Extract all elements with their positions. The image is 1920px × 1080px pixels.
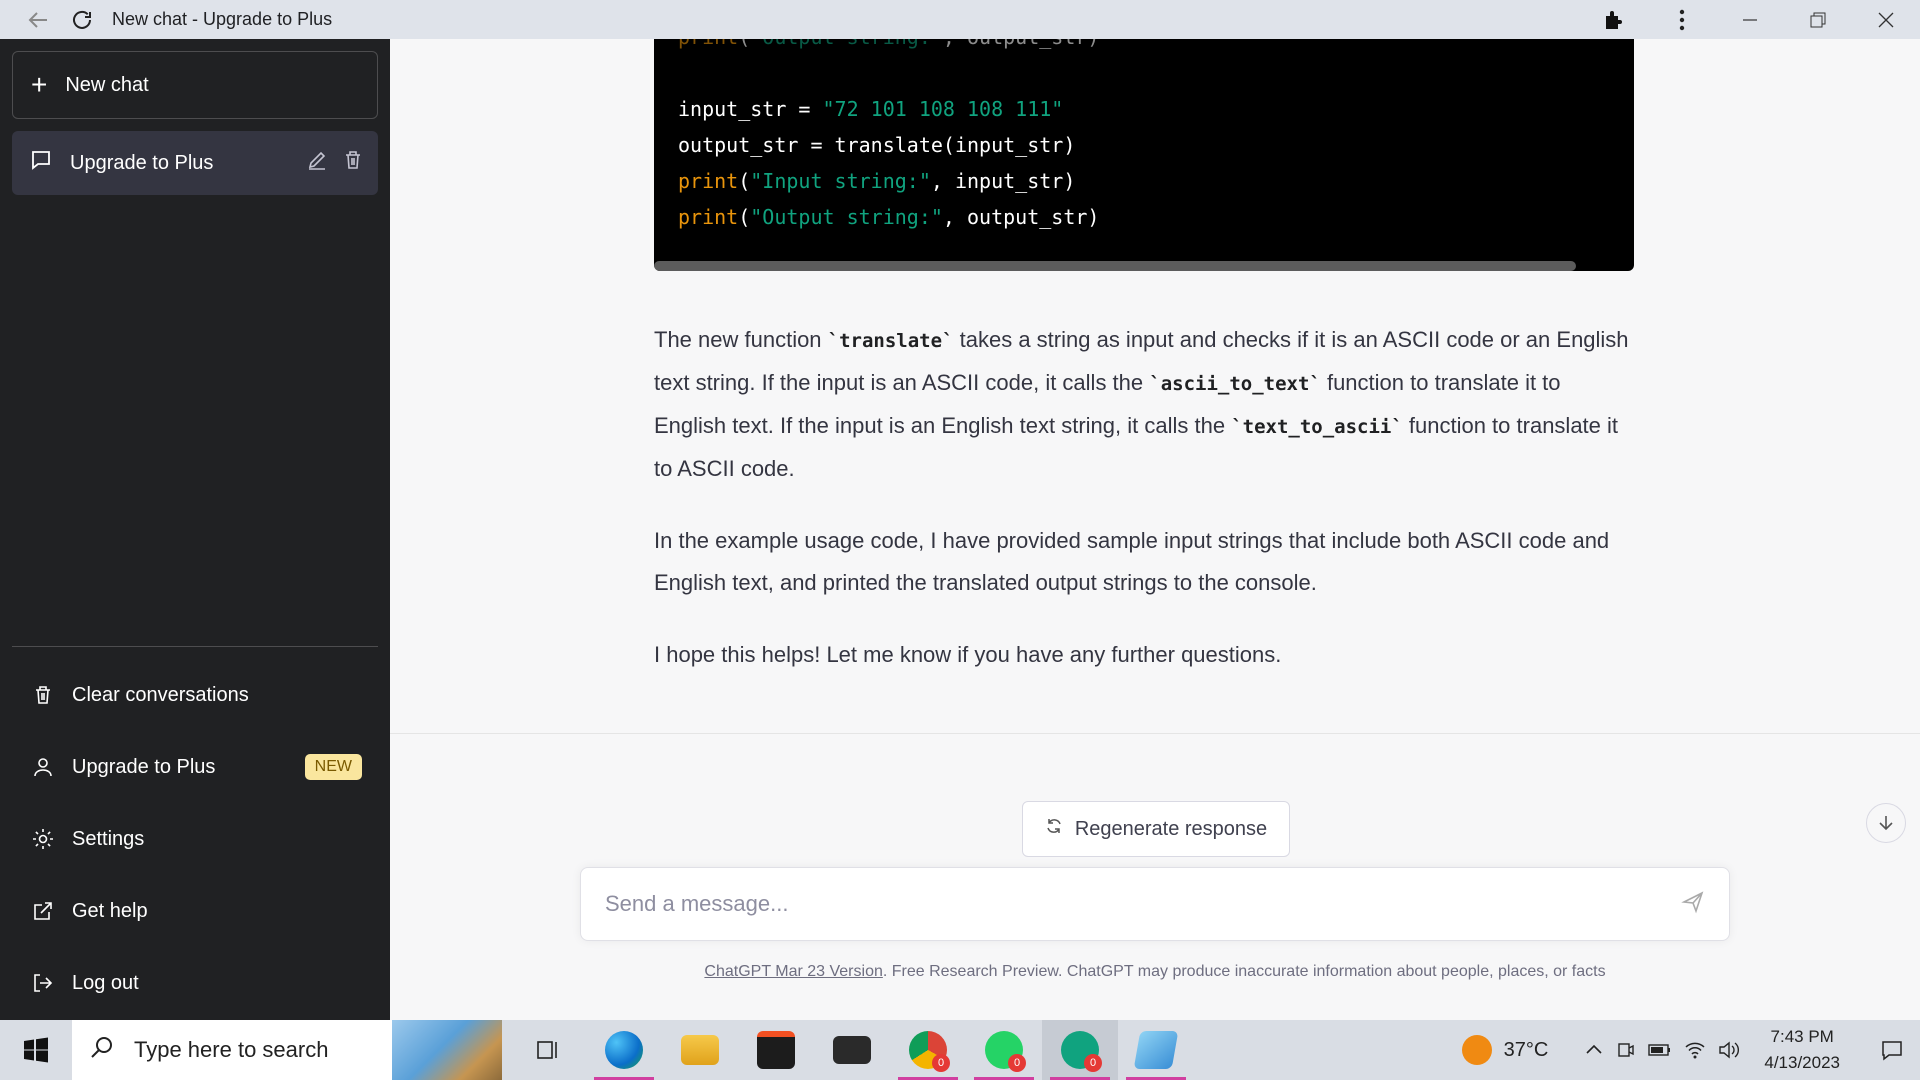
- weather-icon[interactable]: [1461, 1035, 1492, 1065]
- notification-badge: 0: [932, 1054, 950, 1072]
- message-divider: [390, 733, 1920, 734]
- clear-conversations-button[interactable]: Clear conversations: [12, 659, 378, 731]
- log-out-label: Log out: [72, 971, 139, 994]
- chevron-up-icon[interactable]: [1584, 1040, 1604, 1060]
- answer-paragraph-2: In the example usage code, I have provid…: [654, 528, 1610, 595]
- back-arrow-icon[interactable]: [16, 0, 60, 39]
- browser-title-bar: New chat - Upgrade to Plus: [0, 0, 1920, 39]
- minimize-icon[interactable]: [1716, 0, 1784, 39]
- conversation-item[interactable]: Upgrade to Plus: [12, 131, 378, 195]
- search-highlight-image: [392, 1020, 502, 1080]
- new-chat-button[interactable]: + New chat: [12, 51, 378, 119]
- extensions-puzzle-icon[interactable]: [1580, 0, 1648, 39]
- settings-button[interactable]: Settings: [12, 803, 378, 875]
- notification-badge: 0: [1084, 1054, 1102, 1072]
- search-icon: [90, 1035, 114, 1065]
- code-line: output_str = translate(input_str): [678, 133, 1076, 157]
- user-icon: [30, 754, 56, 780]
- window-title: New chat - Upgrade to Plus: [112, 9, 333, 29]
- upgrade-label: Upgrade to Plus: [72, 755, 216, 778]
- arrow-down-icon: [1879, 816, 1893, 831]
- delete-icon[interactable]: [342, 149, 364, 177]
- answer-paragraph-3: I hope this helps! Let me know if you ha…: [654, 642, 1282, 667]
- whatsapp-icon[interactable]: 0: [966, 1020, 1042, 1080]
- footer-text: . Free Research Preview. ChatGPT may pro…: [882, 963, 1606, 980]
- mail-icon[interactable]: [814, 1020, 890, 1080]
- message-input[interactable]: [605, 891, 1681, 917]
- get-help-button[interactable]: Get help: [12, 875, 378, 947]
- refresh-icon: [1045, 817, 1063, 841]
- upgrade-to-plus-button[interactable]: Upgrade to Plus NEW: [12, 731, 378, 803]
- clock-time: 7:43 PM: [1770, 1027, 1834, 1046]
- code-line: print("Output string:", output_str): [678, 205, 1100, 229]
- start-button[interactable]: [0, 1020, 72, 1080]
- battery-icon[interactable]: [1648, 1040, 1672, 1060]
- code-line: input_str = "72 101 108 108 111": [678, 97, 1064, 121]
- chrome-icon[interactable]: 0: [890, 1020, 966, 1080]
- external-link-icon: [30, 898, 56, 924]
- clock-date: 4/13/2023: [1764, 1053, 1840, 1072]
- meet-now-icon[interactable]: [1616, 1040, 1636, 1060]
- plus-icon: +: [31, 69, 48, 100]
- assistant-message: The new function `translate` takes a str…: [654, 319, 1634, 706]
- send-icon[interactable]: [1681, 890, 1705, 919]
- get-help-label: Get help: [72, 899, 148, 922]
- windows-taskbar: Type here to search 0 0 0 37°C 7:43 PM 4…: [0, 1020, 1920, 1080]
- search-placeholder: Type here to search: [134, 1037, 329, 1062]
- task-view-icon[interactable]: [510, 1020, 586, 1080]
- clear-conversations-label: Clear conversations: [72, 683, 249, 706]
- close-icon[interactable]: [1852, 0, 1920, 39]
- scroll-to-bottom-button[interactable]: [1866, 803, 1906, 843]
- sidebar-menu: Clear conversations Upgrade to Plus NEW …: [12, 659, 378, 1019]
- settings-label: Settings: [72, 827, 145, 850]
- new-chat-label: New chat: [65, 73, 149, 96]
- file-explorer-icon[interactable]: [662, 1020, 738, 1080]
- reload-icon[interactable]: [60, 0, 104, 39]
- chatgpt-app-icon[interactable]: 0: [1042, 1020, 1118, 1080]
- sidebar-divider: [12, 646, 378, 647]
- notepad-icon[interactable]: [1118, 1020, 1194, 1080]
- notification-center-icon[interactable]: [1864, 1020, 1920, 1080]
- windows-logo-icon: [24, 1037, 48, 1063]
- temperature[interactable]: 37°C: [1504, 1039, 1549, 1062]
- regenerate-label: Regenerate response: [1074, 817, 1268, 840]
- more-options-icon[interactable]: [1648, 0, 1716, 39]
- log-out-icon: [30, 970, 56, 996]
- notification-badge: 0: [1008, 1054, 1026, 1072]
- version-link[interactable]: ChatGPT Mar 23 Version: [704, 963, 882, 980]
- conversation-label: Upgrade to Plus: [70, 151, 214, 174]
- chat-bubble-icon: [30, 149, 52, 177]
- store-icon[interactable]: [738, 1020, 814, 1080]
- sidebar: + New chat Upgrade to Plus Clear convers…: [0, 39, 390, 1020]
- gear-icon: [30, 826, 56, 852]
- volume-icon[interactable]: [1718, 1040, 1740, 1060]
- footer-disclaimer: ChatGPT Mar 23 Version. Free Research Pr…: [390, 963, 1920, 981]
- new-badge: NEW: [304, 754, 362, 780]
- system-tray: 37°C 7:43 PM 4/13/2023: [1461, 1020, 1920, 1080]
- code-lines: print("Output string:", output_str) inpu…: [678, 39, 1099, 235]
- code-line: print("Output string:", output_str): [678, 39, 1099, 55]
- edge-icon[interactable]: [586, 1020, 662, 1080]
- chat-main: print("Output string:", output_str) inpu…: [390, 39, 1920, 1020]
- restore-icon[interactable]: [1784, 0, 1852, 39]
- taskbar-search[interactable]: Type here to search: [72, 1020, 502, 1080]
- code-block: print("Output string:", output_str) inpu…: [654, 39, 1634, 271]
- clock[interactable]: 7:43 PM 4/13/2023: [1764, 1024, 1840, 1076]
- wifi-icon[interactable]: [1684, 1040, 1706, 1060]
- regenerate-response-button[interactable]: Regenerate response: [1022, 801, 1290, 857]
- code-line: print("Input string:", input_str): [678, 169, 1076, 193]
- edit-icon[interactable]: [306, 149, 328, 177]
- answer-paragraph-1: The new function `translate` takes a str…: [654, 327, 1629, 481]
- trash-icon: [30, 682, 56, 708]
- message-input-box: [580, 867, 1730, 941]
- log-out-button[interactable]: Log out: [12, 947, 378, 1019]
- code-horizontal-scrollbar[interactable]: [654, 261, 1576, 271]
